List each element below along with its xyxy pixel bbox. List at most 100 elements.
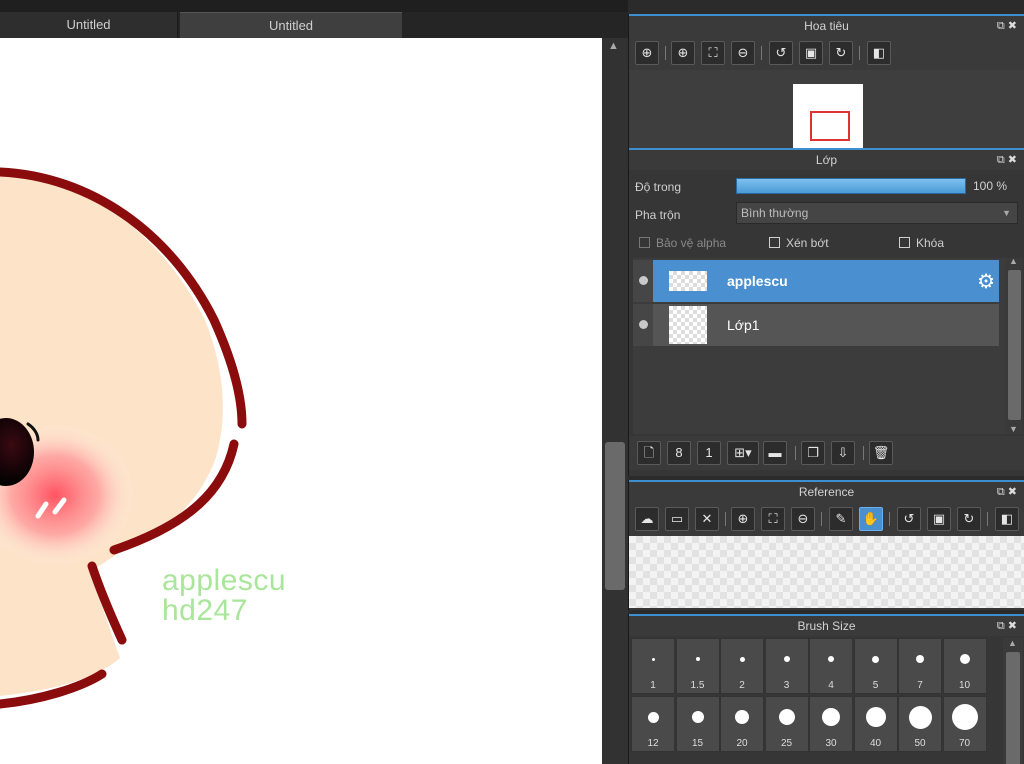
fit-screen-icon[interactable]: ⛶ — [761, 507, 785, 531]
open-folder-icon[interactable]: ▭ — [665, 507, 689, 531]
navigator-preview[interactable] — [629, 70, 1024, 156]
close-icon[interactable]: ✖ — [1008, 154, 1020, 166]
visibility-toggle[interactable] — [633, 260, 653, 302]
separator — [987, 512, 988, 526]
zoom-out-icon[interactable]: ⊖ — [791, 507, 815, 531]
zoom-fit-icon[interactable]: ⊕ — [635, 41, 659, 65]
brush-size-option[interactable]: 1 — [631, 638, 675, 694]
close-icon[interactable]: ✖ — [1008, 20, 1020, 32]
watermark-line-1: applescu — [162, 564, 287, 597]
drawing-canvas[interactable]: applescu hd247 — [0, 38, 602, 764]
upload-icon[interactable]: ☁ — [635, 507, 659, 531]
undock-icon[interactable]: ⧉ — [997, 486, 1008, 498]
brush-size-panel: Brush Size ⧉✖ 1 1.5 2 3 4 5 7 10 12 15 20 25 30 40 50 7… — [628, 614, 1024, 764]
visibility-toggle[interactable] — [633, 304, 653, 346]
gear-icon[interactable]: ⚙ — [977, 269, 995, 294]
layer-list-scrollbar[interactable]: ▲ ▼ — [1005, 256, 1023, 434]
separator — [665, 46, 666, 60]
brush-size-option[interactable]: 30 — [809, 696, 853, 752]
layer-row-applescu[interactable]: applescu ⚙ — [633, 260, 999, 302]
brush-size-option[interactable]: 20 — [720, 696, 764, 752]
eyedropper-icon[interactable]: ✎ — [829, 507, 853, 531]
tab-untitled-1[interactable]: Untitled — [0, 12, 178, 38]
blend-mode-select[interactable]: Bình thường ▼ — [736, 202, 1018, 224]
undock-icon[interactable]: ⧉ — [997, 20, 1008, 32]
separator — [863, 446, 864, 460]
brush-size-option[interactable]: 25 — [764, 696, 809, 752]
panel-controls: ⧉✖ — [997, 482, 1020, 502]
new-8bit-layer-icon[interactable]: 8 — [667, 441, 691, 465]
canvas-vertical-scrollbar[interactable]: ▲ — [602, 38, 628, 764]
scroll-down-arrow-icon[interactable]: ▼ — [1009, 424, 1018, 434]
panel-header: Brush Size ⧉✖ — [629, 614, 1024, 636]
scrollbar-thumb[interactable] — [1008, 270, 1021, 420]
brush-size-option[interactable]: 3 — [764, 638, 809, 694]
blend-label: Pha trộn — [635, 208, 681, 222]
brush-size-option[interactable]: 2 — [720, 638, 764, 694]
scrollbar-thumb[interactable] — [605, 442, 625, 590]
title-strip — [0, 0, 628, 12]
rotate-left-icon[interactable]: ↺ — [897, 507, 921, 531]
new-1bit-layer-icon[interactable]: 1 — [697, 441, 721, 465]
fit-screen-icon[interactable]: ⛶ — [701, 41, 725, 65]
brush-size-label: 2 — [739, 680, 745, 691]
scroll-up-arrow-icon[interactable]: ▲ — [1009, 256, 1018, 266]
layer-body[interactable]: Lớp1 — [653, 304, 999, 346]
brush-size-option[interactable]: 4 — [809, 638, 853, 694]
lock-checkbox[interactable]: Khóa — [899, 236, 944, 250]
brush-size-option[interactable]: 7 — [898, 638, 942, 694]
layer-panel: Lớp ⧉✖ Độ trong 100 % Pha trộn Bình thườ… — [628, 148, 1024, 476]
rotate-left-icon[interactable]: ↺ — [769, 41, 793, 65]
duplicate-layer-icon[interactable]: ❐ — [801, 441, 825, 465]
layer-row-lop1[interactable]: Lớp1 — [633, 304, 999, 346]
scrollbar-thumb[interactable] — [1006, 652, 1020, 764]
rotate-right-icon[interactable]: ↻ — [829, 41, 853, 65]
brush-size-option[interactable]: 50 — [898, 696, 942, 752]
rotate-right-icon[interactable]: ↻ — [957, 507, 981, 531]
brush-size-scrollbar[interactable]: ▲ — [1003, 638, 1023, 764]
brush-size-option[interactable]: 15 — [675, 696, 720, 752]
panel-title: Reference — [798, 485, 855, 499]
brush-size-option[interactable]: 5 — [853, 638, 898, 694]
brush-dot-icon — [916, 655, 924, 663]
brush-size-label: 5 — [872, 680, 879, 691]
separator — [725, 512, 726, 526]
flip-icon[interactable]: ◧ — [867, 41, 891, 65]
reset-rotation-icon[interactable]: ▣ — [927, 507, 951, 531]
navigator-thumbnail — [793, 84, 863, 156]
layer-body[interactable]: applescu ⚙ — [653, 260, 999, 302]
close-icon[interactable]: ✖ — [1008, 620, 1020, 632]
brush-size-option[interactable]: 10 — [942, 638, 987, 694]
reset-rotation-icon[interactable]: ▣ — [799, 41, 823, 65]
brush-size-label: 4 — [828, 680, 834, 691]
add-layer-menu-icon[interactable]: ⊞▾ — [727, 441, 759, 465]
protect-alpha-checkbox[interactable]: Bảo vệ alpha — [639, 236, 726, 250]
brush-size-option[interactable]: 40 — [853, 696, 898, 752]
brush-size-option[interactable]: 70 — [942, 696, 987, 752]
undock-icon[interactable]: ⧉ — [997, 154, 1008, 166]
opacity-slider[interactable] — [736, 178, 966, 194]
zoom-out-icon[interactable]: ⊖ — [731, 41, 755, 65]
reference-view[interactable] — [629, 536, 1024, 608]
trash-icon[interactable]: 🗑 — [869, 441, 893, 465]
brush-size-option[interactable]: 12 — [631, 696, 675, 752]
separator — [889, 512, 890, 526]
scroll-up-arrow-icon[interactable]: ▲ — [608, 40, 619, 52]
brush-size-option[interactable]: 1.5 — [675, 638, 720, 694]
flip-icon[interactable]: ◧ — [995, 507, 1019, 531]
clipping-checkbox[interactable]: Xén bớt — [769, 236, 829, 250]
new-layer-icon[interactable]: 🗋 — [637, 441, 661, 465]
viewport-rectangle[interactable] — [810, 111, 850, 141]
close-icon[interactable]: ✖ — [1008, 486, 1020, 498]
tab-untitled-2[interactable]: Untitled — [180, 12, 402, 38]
merge-layer-icon[interactable]: ⇩ — [831, 441, 855, 465]
zoom-in-icon[interactable]: ⊕ — [671, 41, 695, 65]
hand-icon[interactable]: ✋ — [859, 507, 883, 531]
close-reference-icon[interactable]: ✕ — [695, 507, 719, 531]
brush-size-label: 20 — [736, 738, 748, 749]
artwork — [0, 167, 247, 709]
scroll-up-arrow-icon[interactable]: ▲ — [1008, 638, 1017, 648]
undock-icon[interactable]: ⧉ — [997, 620, 1008, 632]
folder-icon[interactable]: ▬ — [763, 441, 787, 465]
zoom-in-icon[interactable]: ⊕ — [731, 507, 755, 531]
